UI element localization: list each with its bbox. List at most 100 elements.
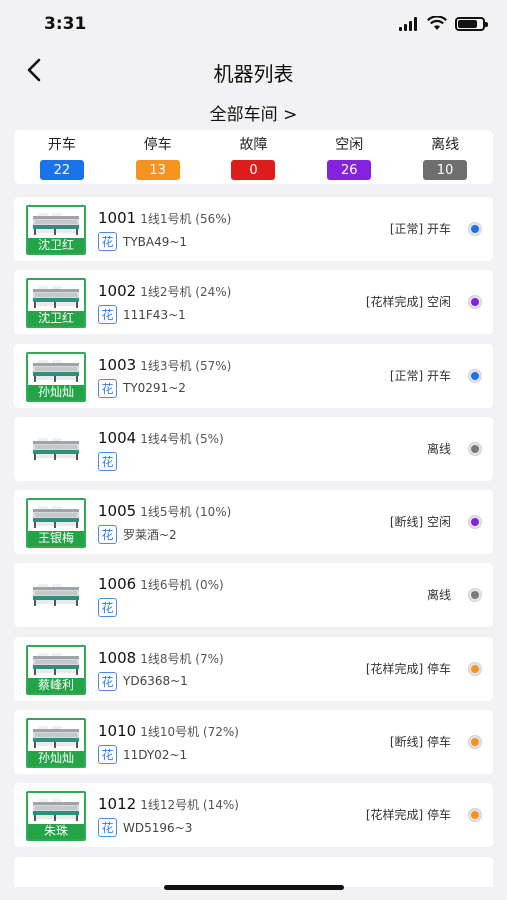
summary-count-badge: 0: [231, 160, 276, 180]
machine-card[interactable]: 孙灿灿 1010 1线10号机 (72%) 花 11DY02~1 [断线] 停车: [14, 710, 493, 775]
machine-card[interactable]: 1004 1线4号机 (5%) 花 离线: [14, 416, 493, 481]
machine-desc: 1线1号机 (56%): [140, 212, 232, 226]
machine-status: [花样完成] 停车: [365, 661, 451, 676]
machine-card[interactable]: 王银梅 1005 1线5号机 (10%) 花罗莱酒~2 [断线] 空闲: [14, 490, 493, 555]
pattern-name: TYBA49~1: [123, 234, 188, 249]
machine-image: [33, 726, 79, 749]
navigation-bar: 机器列表: [0, 48, 507, 94]
machine-pattern-row: 花 111F43~1: [98, 305, 186, 325]
machine-desc: 1线8号机 (7%): [140, 651, 224, 666]
status-dot-icon: [468, 295, 482, 310]
machine-pattern-row: 花 TY0291~2: [98, 378, 186, 398]
summary-item[interactable]: 开车 22: [14, 130, 110, 184]
status-time: 3:31: [44, 14, 87, 34]
machine-desc: 1线3号机 (57%): [140, 358, 232, 373]
machine-status: [断线] 空闲: [389, 515, 451, 530]
machine-id: 1002: [98, 282, 137, 301]
operator-name: 孙灿灿: [28, 384, 84, 400]
machine-list: 沈卫红 1001 1线1号机 (56%) 花 TYBA49~1 [正常] 开车 沈卫红 100…: [14, 197, 493, 896]
machine-image: [33, 584, 79, 607]
flower-tag: 花: [98, 598, 117, 618]
machine-id: 1010: [98, 722, 137, 741]
status-dot-icon: [468, 441, 482, 456]
status-icons: [399, 16, 488, 31]
machine-thumbnail: 孙灿灿: [26, 718, 86, 769]
operator-name: 沈卫红: [28, 311, 84, 327]
machine-card[interactable]: 蔡峰利 1008 1线8号机 (7%) 花 YD6368~1 [花样完成] 停车: [14, 636, 493, 701]
machine-image: [33, 286, 79, 309]
machine-status: [正常] 开车: [389, 368, 451, 383]
machine-thumbnail: 沈卫红: [26, 278, 86, 329]
summary-count-badge: 22: [39, 160, 84, 180]
status-dot-icon: [468, 368, 482, 383]
machine-image: [33, 652, 79, 675]
machine-status: 离线: [426, 588, 451, 603]
machine-card[interactable]: 沈卫红 1002 1线2号机 (24%) 花 111F43~1 [花样完成] 空闲: [14, 270, 493, 335]
machine-desc: 1线4号机 (5%): [140, 431, 224, 446]
flower-tag: 花: [98, 451, 117, 471]
workshop-filter[interactable]: 全部车间 >: [0, 100, 507, 125]
machine-pattern-row: 花: [98, 451, 123, 471]
machine-card[interactable]: 1006 1线6号机 (0%) 花 离线: [14, 563, 493, 628]
machine-id: 1004: [98, 428, 137, 447]
machine-thumbnail: 蔡峰利: [26, 644, 86, 695]
summary-label: 开车: [47, 137, 76, 153]
summary-item[interactable]: 停车 13: [110, 130, 206, 184]
machine-image: [33, 359, 79, 382]
pattern-name: 罗莱酒~2: [123, 528, 177, 543]
summary-count-badge: 26: [327, 160, 372, 180]
machine-card-partial[interactable]: [14, 856, 493, 887]
machine-id: 1012: [98, 795, 137, 814]
status-dot-icon: [468, 515, 482, 530]
machine-title: 1004 1线4号机 (5%): [98, 428, 224, 447]
machine-thumbnail: 沈卫红: [26, 205, 86, 255]
machine-thumbnail: 孙灿灿: [26, 351, 86, 402]
machine-image: [33, 799, 79, 822]
machine-title: 1002 1线2号机 (24%): [98, 281, 231, 300]
machine-desc: 1线2号机 (24%): [140, 285, 232, 300]
summary-label: 空闲: [335, 137, 364, 153]
machine-desc: 1线5号机 (10%): [140, 505, 232, 520]
machine-id: 1008: [98, 648, 137, 667]
machine-title: 1001 1线1号机 (56%): [98, 208, 231, 227]
status-dot-icon: [468, 222, 482, 236]
machine-title: 1006 1线6号机 (0%): [98, 574, 224, 593]
operator-name: 孙灿灿: [28, 751, 84, 767]
machine-card[interactable]: 孙灿灿 1003 1线3号机 (57%) 花 TY0291~2 [正常] 开车: [14, 343, 493, 408]
flower-tag: 花: [98, 525, 117, 545]
machine-thumbnail: 朱珠: [26, 791, 86, 842]
machine-id: 1001: [98, 209, 137, 227]
machine-image: [33, 213, 79, 235]
machine-image: [33, 506, 79, 529]
summary-item[interactable]: 空闲 26: [301, 130, 397, 184]
machine-id: 1006: [98, 575, 137, 594]
machine-thumbnail: 王银梅: [26, 498, 86, 549]
flower-tag: 花: [98, 232, 117, 251]
flower-tag: 花: [98, 671, 117, 691]
machine-card[interactable]: 沈卫红 1001 1线1号机 (56%) 花 TYBA49~1 [正常] 开车: [14, 197, 493, 261]
summary-item[interactable]: 故障 0: [206, 130, 302, 184]
operator-name: 沈卫红: [28, 238, 84, 253]
machine-card[interactable]: 朱珠 1012 1线12号机 (14%) 花 WD5196~3 [花样完成] 停车: [14, 783, 493, 848]
machine-status: [断线] 停车: [389, 735, 451, 750]
machine-id: 1005: [98, 502, 137, 521]
machine-title: 1005 1线5号机 (10%): [98, 501, 231, 520]
home-indicator[interactable]: [164, 885, 344, 890]
summary-label: 停车: [143, 137, 172, 153]
machine-status: [正常] 开车: [389, 222, 451, 236]
machine-status: [花样完成] 空闲: [365, 295, 451, 310]
flower-tag: 花: [98, 818, 117, 838]
machine-pattern-row: 花 TYBA49~1: [98, 232, 187, 251]
page-title: 机器列表: [213, 62, 294, 86]
pattern-name: 11DY02~1: [123, 747, 188, 762]
machine-image: [33, 437, 79, 460]
wifi-icon: [427, 16, 447, 30]
machine-id: 1003: [98, 355, 137, 374]
machine-title: 1008 1线8号机 (7%): [98, 648, 224, 667]
machine-status: 离线: [426, 441, 451, 456]
operator-name: 王银梅: [28, 531, 84, 547]
machine-pattern-row: 花 WD5196~3: [98, 818, 192, 838]
flower-tag: 花: [98, 378, 117, 398]
summary-item[interactable]: 离线 10: [397, 130, 493, 184]
pattern-name: YD6368~1: [123, 674, 188, 689]
